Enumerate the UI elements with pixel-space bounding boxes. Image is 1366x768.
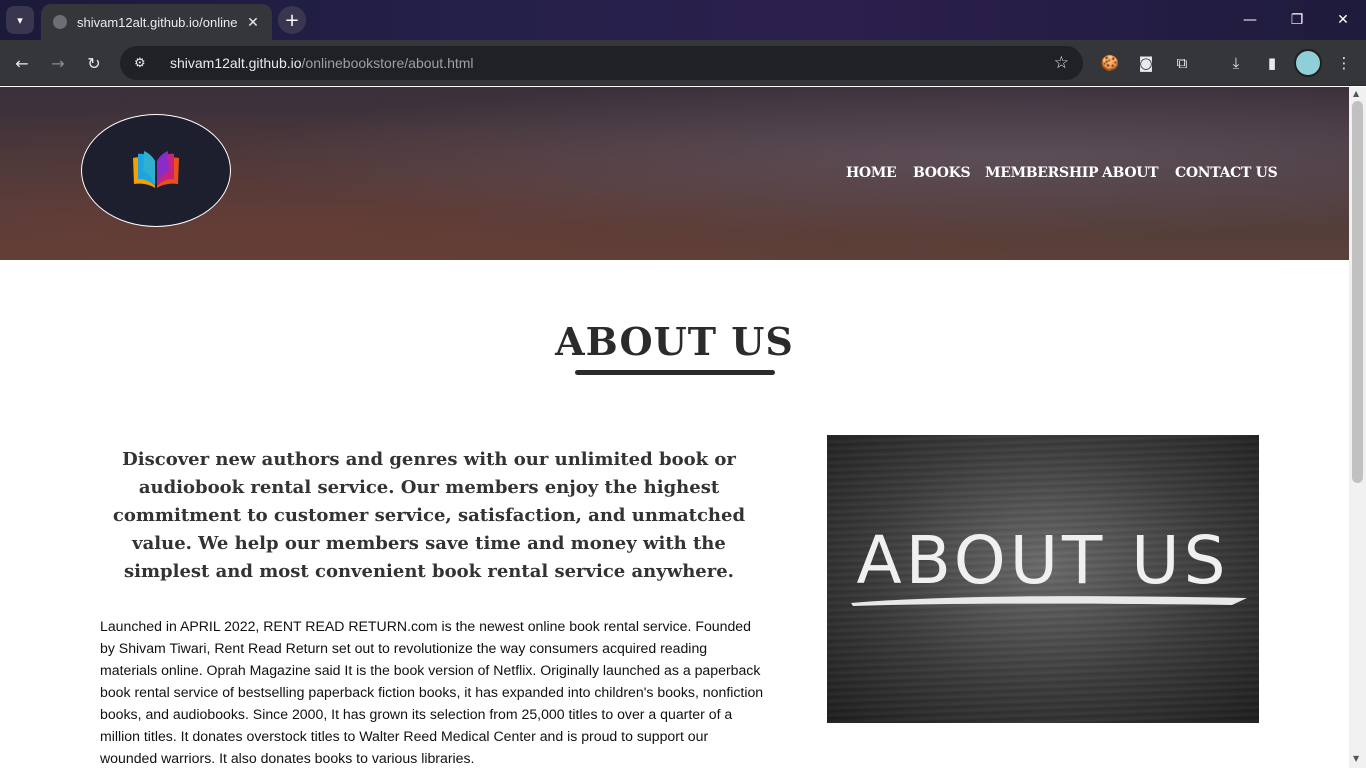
back-icon[interactable]: ←: [10, 51, 34, 75]
nav-books[interactable]: BOOKS: [913, 165, 971, 181]
forward-icon[interactable]: →: [46, 51, 70, 75]
page-scrollbar[interactable]: ▲ ▼: [1349, 87, 1366, 768]
new-tab-button[interactable]: +: [278, 6, 306, 34]
site-logo[interactable]: [81, 114, 231, 227]
site-info-icon[interactable]: ⚙: [134, 56, 154, 71]
tab-search-icon[interactable]: ▾: [6, 6, 34, 34]
download-icon[interactable]: ⤓: [1224, 51, 1248, 75]
minimize-icon[interactable]: —: [1238, 8, 1262, 32]
browser-tab[interactable]: shivam12alt.github.io/onlinebo ✕: [41, 4, 272, 40]
title-underline: [575, 370, 775, 375]
url-text[interactable]: shivam12alt.github.io/onlinebookstore/ab…: [170, 55, 1054, 71]
page-viewport: HOME BOOKS MEMBERSHIP ABOUT CONTACT US A…: [0, 87, 1349, 768]
scrollbar-thumb[interactable]: [1352, 101, 1363, 483]
address-bar[interactable]: ⚙ shivam12alt.github.io/onlinebookstore/…: [120, 46, 1083, 80]
nav-about[interactable]: ABOUT: [1102, 165, 1159, 181]
bookmark-star-icon[interactable]: ☆: [1054, 53, 1069, 73]
nav-home[interactable]: HOME: [846, 165, 897, 181]
nav-membership[interactable]: MEMBERSHIP: [985, 165, 1099, 181]
menu-kebab-icon[interactable]: ⋮: [1332, 51, 1356, 75]
profile-avatar[interactable]: [1294, 49, 1322, 77]
globe-icon: [53, 15, 67, 29]
svg-text:ABOUT US: ABOUT US: [856, 522, 1229, 599]
scroll-up-icon[interactable]: ▲: [1353, 90, 1362, 98]
chalk-lettering: ABOUT US: [851, 522, 1247, 606]
open-book-icon: [133, 150, 179, 188]
reload-icon[interactable]: ↻: [82, 51, 106, 75]
restore-icon[interactable]: ❐: [1285, 8, 1309, 32]
about-paragraph: Launched in APRIL 2022, RENT READ RETURN…: [100, 618, 764, 766]
page-title: ABOUT US: [555, 319, 794, 364]
nav-contact-us[interactable]: CONTACT US: [1175, 165, 1278, 181]
about-us-image: ABOUT US: [827, 435, 1259, 723]
browser-toolbar: ← → ↻ ⚙ shivam12alt.github.io/onlinebook…: [0, 40, 1366, 86]
lead-paragraph: Discover new authors and genres with our…: [112, 449, 746, 582]
close-window-icon[interactable]: ✕: [1331, 8, 1355, 32]
site-header: HOME BOOKS MEMBERSHIP ABOUT CONTACT US: [0, 87, 1349, 260]
scroll-down-icon[interactable]: ▼: [1353, 755, 1362, 763]
tab-title: shivam12alt.github.io/onlinebo: [77, 14, 238, 30]
extensions-puzzle-icon[interactable]: ⧉: [1170, 51, 1194, 75]
side-panel-icon[interactable]: ▮: [1260, 51, 1284, 75]
camera-extension-icon[interactable]: ◙: [1134, 51, 1158, 75]
browser-tab-strip: ▾ shivam12alt.github.io/onlinebo ✕ + — ❐…: [0, 0, 1366, 40]
close-tab-icon[interactable]: ✕: [244, 14, 262, 31]
cookie-extension-icon[interactable]: 🍪: [1098, 51, 1122, 75]
